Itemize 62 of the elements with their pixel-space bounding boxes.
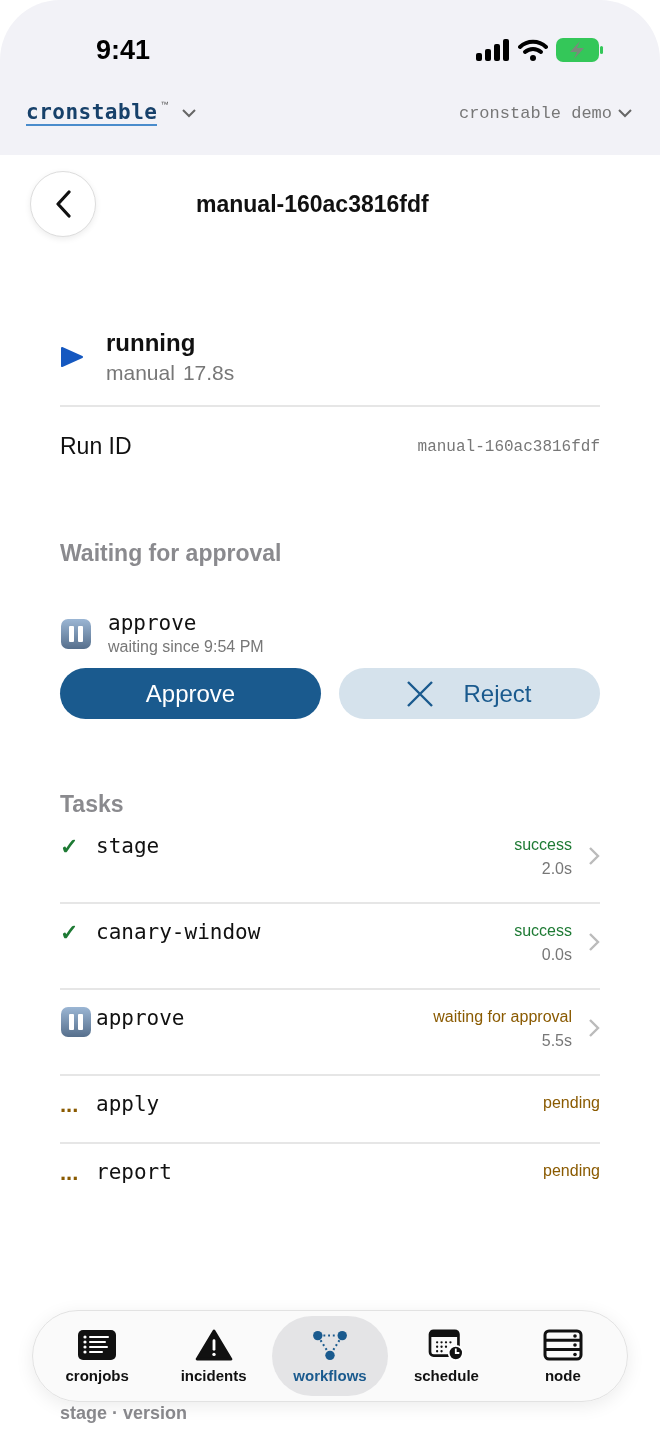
signal-icon	[476, 39, 510, 61]
task-duration: 0.0s	[540, 946, 572, 964]
field-caption: stage · version	[60, 1403, 188, 1424]
run-id-label: Run ID	[60, 433, 132, 460]
task-row[interactable]: ✓ canary-window success 0.0s	[60, 904, 600, 990]
task-row[interactable]: ✓ stage success 2.0s	[60, 818, 600, 904]
run-id-value: manual-160ac3816fdf	[417, 437, 600, 456]
workflow-icon	[310, 1328, 350, 1361]
tab[interactable]: workflows	[271, 1316, 389, 1396]
chevron-right-icon	[588, 1018, 600, 1038]
brand-logo[interactable]: cronstable	[26, 100, 158, 126]
pending-dots: ...	[60, 1160, 79, 1185]
task-row[interactable]: approve waiting for approval 5.5s	[60, 990, 600, 1076]
task-name: report	[96, 1160, 173, 1184]
task-name: approve	[96, 1006, 186, 1030]
pending-dots: ...	[60, 1092, 79, 1117]
waiting-since: waiting since 9:54 PM	[108, 638, 264, 656]
task-duration: 5.5s	[540, 1032, 572, 1050]
status-time: 9:41	[96, 34, 151, 66]
list-icon	[77, 1328, 118, 1361]
tab[interactable]: cronjobs	[39, 1316, 156, 1396]
approve-button[interactable]: Approve	[60, 668, 321, 719]
run-state: running	[106, 329, 197, 357]
close-icon	[407, 680, 434, 707]
task-row[interactable]: ... apply pending	[60, 1076, 600, 1144]
task-status: pending	[543, 1162, 600, 1180]
pause-icon	[60, 1006, 92, 1038]
chevron-down-icon	[618, 108, 632, 118]
back-button[interactable]	[30, 171, 96, 237]
chevron-down-icon[interactable]	[182, 108, 197, 118]
check-mark: ✓	[60, 834, 78, 859]
run-trigger: manual	[106, 361, 175, 385]
play-icon	[60, 346, 84, 368]
task-name: apply	[96, 1092, 161, 1116]
workspace-selector[interactable]: cronstable demo	[458, 103, 632, 123]
section-heading: Waiting for approval	[60, 540, 283, 567]
battery-icon	[556, 38, 604, 62]
task-row[interactable]: ... report pending	[60, 1144, 600, 1210]
task-status: success	[514, 836, 572, 854]
pause-icon	[60, 617, 92, 650]
task-status: pending	[543, 1094, 600, 1112]
tab[interactable]: schedule	[388, 1316, 505, 1396]
task-name: stage	[96, 834, 161, 858]
tab[interactable]: node	[504, 1316, 622, 1396]
chevron-right-icon	[588, 932, 600, 952]
tab[interactable]: incidents	[155, 1316, 272, 1396]
server-icon	[542, 1328, 583, 1361]
task-status: success	[514, 922, 572, 940]
page-title: manual-160ac3816fdf	[196, 190, 429, 218]
trademark: ™	[160, 100, 169, 109]
run-duration: 17.8s	[182, 361, 235, 385]
wifi-icon	[518, 39, 548, 61]
task-name: canary-window	[96, 920, 262, 944]
task-duration: 2.0s	[540, 860, 572, 878]
section-heading: Tasks	[60, 791, 125, 818]
approval-task-name: approve	[108, 611, 198, 635]
warning-icon	[193, 1328, 234, 1361]
check-mark: ✓	[60, 920, 78, 945]
reject-button[interactable]: Reject	[339, 668, 600, 719]
back-icon	[55, 190, 71, 218]
chevron-right-icon	[588, 846, 600, 866]
task-status: waiting for approval	[433, 1008, 572, 1026]
